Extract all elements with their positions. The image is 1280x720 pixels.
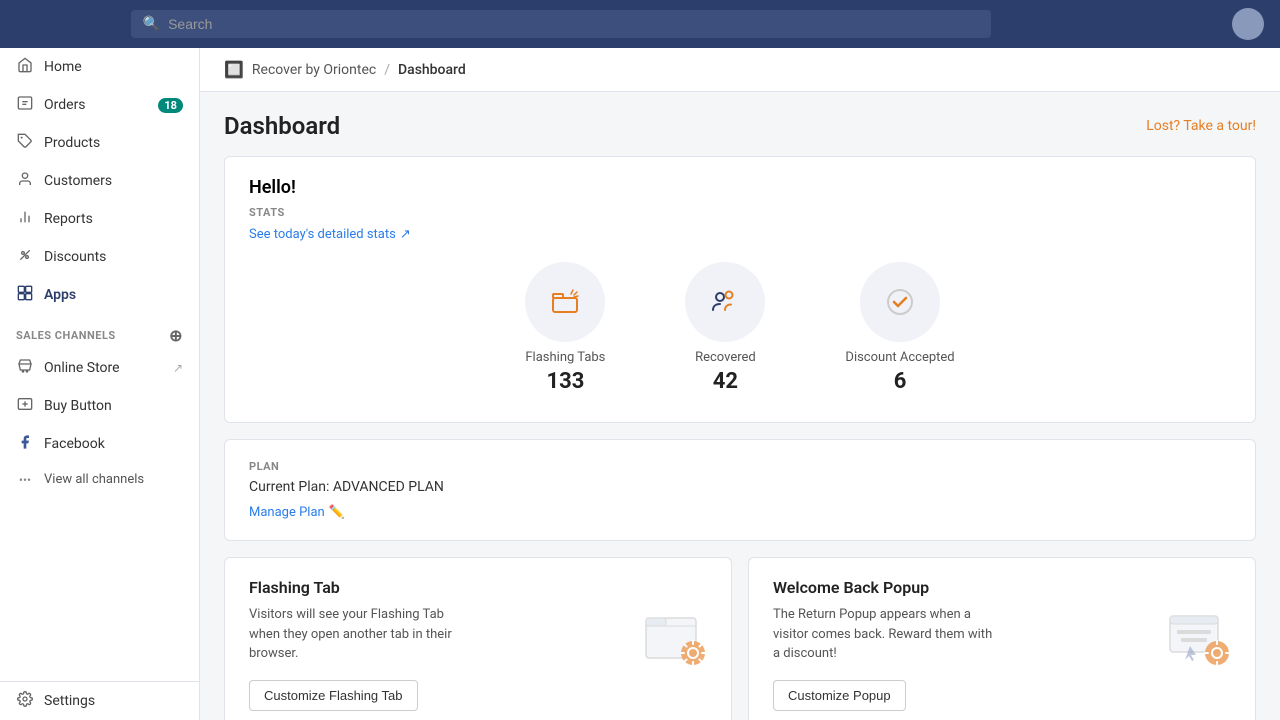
sidebar: Home Orders 18 Products Customers xyxy=(0,48,200,720)
customize-flashing-tab-button[interactable]: Customize Flashing Tab xyxy=(249,680,418,711)
stats-grid: Flashing Tabs 133 xyxy=(249,262,1231,402)
manage-plan-icon: ✏️ xyxy=(329,505,345,520)
flashing-tab-illustration xyxy=(641,608,711,680)
sidebar-item-facebook[interactable]: Facebook xyxy=(0,425,199,463)
flashing-tab-title: Flashing Tab xyxy=(249,578,707,597)
search-bar[interactable]: 🔍 xyxy=(131,10,991,38)
flashing-tabs-icon xyxy=(525,262,605,342)
stat-recovered: Recovered 42 xyxy=(685,262,765,394)
avatar[interactable] xyxy=(1232,8,1264,40)
add-channel-button[interactable]: ⊕ xyxy=(169,326,183,345)
customize-popup-button[interactable]: Customize Popup xyxy=(773,680,906,711)
topbar: 🔍 xyxy=(0,0,1280,48)
sidebar-item-orders-label: Orders xyxy=(44,97,86,113)
sidebar-item-settings[interactable]: Settings xyxy=(0,682,199,720)
feature-cards-row: Flashing Tab Visitors will see your Flas… xyxy=(224,557,1256,720)
content-area: Dashboard Lost? Take a tour! Hello! STAT… xyxy=(200,92,1280,720)
stats-link-icon: ↗ xyxy=(400,227,411,242)
breadcrumb-app-name: Recover by Oriontec xyxy=(252,62,376,78)
sidebar-item-orders[interactable]: Orders 18 xyxy=(0,86,199,124)
apps-icon xyxy=(16,285,34,305)
sidebar-item-online-store-label: Online Store xyxy=(44,360,120,376)
sidebar-item-settings-label: Settings xyxy=(44,693,95,709)
manage-plan-text: Manage Plan xyxy=(249,505,325,520)
breadcrumb-current: Dashboard xyxy=(398,62,466,78)
sidebar-item-facebook-label: Facebook xyxy=(44,436,105,452)
sidebar-item-home-label: Home xyxy=(44,59,82,75)
main-content: 🔲 Recover by Oriontec / Dashboard Dashbo… xyxy=(200,48,1280,720)
tour-link[interactable]: Lost? Take a tour! xyxy=(1146,118,1256,134)
sidebar-item-online-store[interactable]: Online Store ↗ xyxy=(0,349,199,387)
external-link-icon: ↗ xyxy=(173,361,183,375)
stat-discount-accepted: Discount Accepted 6 xyxy=(845,262,954,394)
facebook-icon xyxy=(16,434,34,454)
discount-accepted-name: Discount Accepted xyxy=(845,350,954,365)
sidebar-item-products[interactable]: Products xyxy=(0,124,199,162)
manage-plan-link[interactable]: Manage Plan ✏️ xyxy=(249,505,345,520)
flashing-tabs-name: Flashing Tabs xyxy=(525,350,605,365)
welcome-back-title: Welcome Back Popup xyxy=(773,578,1231,597)
page-title: Dashboard xyxy=(224,112,340,140)
recovered-icon xyxy=(685,262,765,342)
search-input[interactable] xyxy=(168,16,979,32)
sidebar-item-apps-label: Apps xyxy=(44,287,76,303)
welcome-back-popup-card: Welcome Back Popup The Return Popup appe… xyxy=(748,557,1256,720)
orders-icon xyxy=(16,95,34,115)
sidebar-item-discounts-label: Discounts xyxy=(44,249,106,265)
sidebar-item-view-all-channels[interactable]: ••• View all channels xyxy=(0,463,199,496)
sidebar-item-buy-button-label: Buy Button xyxy=(44,398,112,414)
layout: Home Orders 18 Products Customers xyxy=(0,48,1280,720)
more-icon: ••• xyxy=(16,473,34,487)
page-header: Dashboard Lost? Take a tour! xyxy=(224,112,1256,140)
sales-channels-header: SALES CHANNELS ⊕ xyxy=(0,314,199,349)
sales-channels-label: SALES CHANNELS xyxy=(16,329,116,342)
plan-text: Current Plan: ADVANCED PLAN xyxy=(249,479,1231,495)
products-icon xyxy=(16,133,34,153)
home-icon xyxy=(16,57,34,77)
flashing-tab-card: Flashing Tab Visitors will see your Flas… xyxy=(224,557,732,720)
sidebar-item-reports-label: Reports xyxy=(44,211,93,227)
plan-label: PLAN xyxy=(249,460,1231,473)
flashing-tabs-value: 133 xyxy=(525,369,605,394)
greeting-text: Hello! xyxy=(249,177,1231,198)
breadcrumb-app-icon: 🔲 xyxy=(224,60,244,79)
search-icon: 🔍 xyxy=(143,16,160,32)
sidebar-item-home[interactable]: Home xyxy=(0,48,199,86)
discounts-icon xyxy=(16,247,34,267)
sidebar-item-products-label: Products xyxy=(44,135,100,151)
buy-button-icon xyxy=(16,396,34,416)
recovered-name: Recovered xyxy=(685,350,765,365)
breadcrumb-separator: / xyxy=(384,62,390,78)
stats-link-text: See today's detailed stats xyxy=(249,227,396,242)
view-all-channels-label: View all channels xyxy=(44,472,144,487)
reports-icon xyxy=(16,209,34,229)
stats-section-label: STATS xyxy=(249,206,1231,219)
online-store-icon xyxy=(16,358,34,378)
sidebar-item-reports[interactable]: Reports xyxy=(0,200,199,238)
customers-icon xyxy=(16,171,34,191)
sidebar-item-customers[interactable]: Customers xyxy=(0,162,199,200)
welcome-back-description: The Return Popup appears when a visitor … xyxy=(773,605,993,664)
stat-flashing-tabs: Flashing Tabs 133 xyxy=(525,262,605,394)
sidebar-item-buy-button[interactable]: Buy Button xyxy=(0,387,199,425)
recovered-value: 42 xyxy=(685,369,765,394)
stats-card: Hello! STATS See today's detailed stats … xyxy=(224,156,1256,423)
breadcrumb: 🔲 Recover by Oriontec / Dashboard xyxy=(200,48,1280,92)
discount-accepted-value: 6 xyxy=(845,369,954,394)
discount-accepted-icon xyxy=(860,262,940,342)
sidebar-item-apps[interactable]: Apps xyxy=(0,276,199,314)
plan-card: PLAN Current Plan: ADVANCED PLAN Manage … xyxy=(224,439,1256,541)
detailed-stats-link[interactable]: See today's detailed stats ↗ xyxy=(249,227,411,242)
sidebar-item-customers-label: Customers xyxy=(44,173,112,189)
orders-badge: 18 xyxy=(158,98,183,113)
sidebar-item-discounts[interactable]: Discounts xyxy=(0,238,199,276)
flashing-tab-description: Visitors will see your Flashing Tab when… xyxy=(249,605,469,664)
welcome-back-illustration xyxy=(1165,608,1235,680)
settings-icon xyxy=(16,691,34,711)
